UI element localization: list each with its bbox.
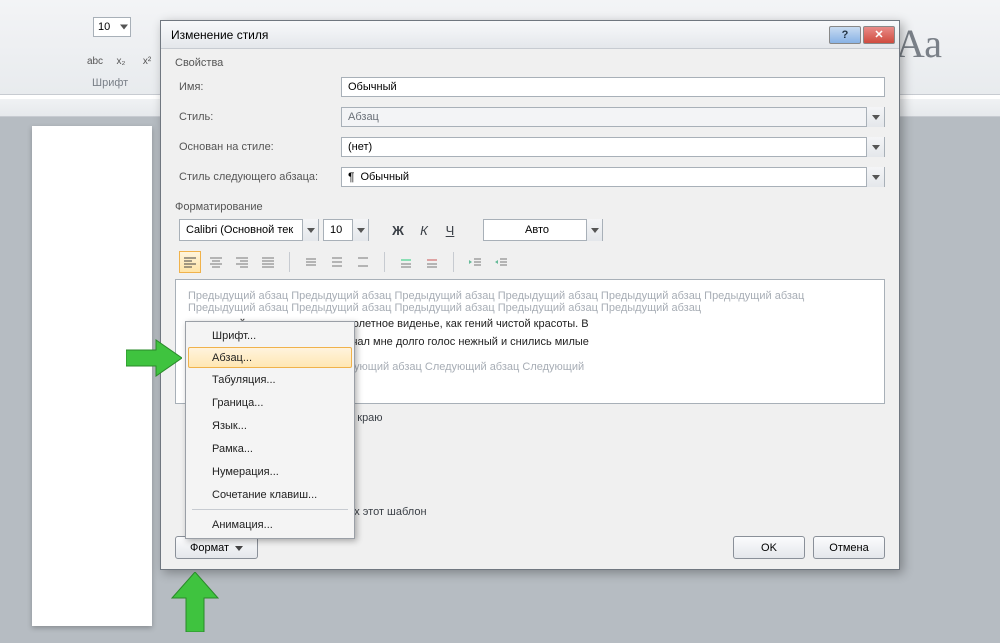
strikethrough-button[interactable]: abc	[85, 51, 105, 71]
name-value: Обычный	[348, 81, 397, 93]
name-label: Имя:	[175, 81, 335, 93]
chevron-down-icon[interactable]	[866, 137, 884, 157]
font-size-value: 10	[330, 224, 342, 236]
chevron-down-icon[interactable]	[302, 219, 318, 241]
format-button[interactable]: Формат	[175, 536, 258, 559]
tutorial-arrow-paragraph	[126, 338, 182, 378]
space-before-decrease-button[interactable]	[421, 251, 443, 273]
menu-item-label: Шрифт...	[212, 330, 256, 342]
underline-button[interactable]: Ч	[439, 219, 461, 241]
chevron-down-icon[interactable]	[586, 219, 602, 241]
align-right-button[interactable]	[231, 251, 253, 273]
based-on-combo[interactable]: (нет)	[341, 137, 885, 157]
menu-item-label: Нумерация...	[212, 466, 279, 478]
menu-item-language[interactable]: Язык...	[188, 414, 352, 437]
line-spacing-2-button[interactable]	[352, 251, 374, 273]
chevron-down-icon	[866, 107, 884, 127]
bold-button[interactable]: Ж	[387, 219, 409, 241]
menu-item-label: Рамка...	[212, 443, 253, 455]
menu-item-shortcut[interactable]: Сочетание клавиш...	[188, 483, 352, 506]
font-size-combo[interactable]: 10	[323, 219, 369, 241]
menu-item-label: Анимация...	[212, 519, 273, 531]
next-style-label: Стиль следующего абзаца:	[175, 171, 335, 183]
font-color-combo[interactable]: Авто	[483, 219, 603, 241]
next-style-combo[interactable]: ¶ Обычный	[341, 167, 885, 187]
style-type-value: Абзац	[348, 111, 379, 123]
dialog-titlebar[interactable]: Изменение стиля ? ✕	[161, 21, 899, 49]
superscript-button[interactable]: x²	[137, 51, 157, 71]
style-preview-aa: Аа	[896, 20, 942, 67]
close-button[interactable]: ✕	[863, 26, 895, 44]
menu-item-label: Язык...	[212, 420, 247, 432]
formatting-section-label: Форматирование	[175, 201, 885, 213]
chevron-down-icon[interactable]	[866, 167, 884, 187]
line-spacing-1-button[interactable]	[300, 251, 322, 273]
font-group-label: Шрифт	[92, 77, 128, 89]
line-spacing-15-button[interactable]	[326, 251, 348, 273]
pilcrow-icon: ¶	[348, 170, 354, 184]
font-name-combo[interactable]: Calibri (Основной тек	[179, 219, 319, 241]
menu-item-label: Граница...	[212, 397, 263, 409]
align-left-button[interactable]	[179, 251, 201, 273]
style-type-combo: Абзац	[341, 107, 885, 127]
indent-decrease-button[interactable]	[464, 251, 486, 273]
style-type-label: Стиль:	[175, 111, 335, 123]
menu-item-numbering[interactable]: Нумерация...	[188, 460, 352, 483]
menu-item-font[interactable]: Шрифт...	[188, 324, 352, 347]
subscript-button[interactable]: x₂	[111, 51, 131, 71]
format-popup-menu: Шрифт... Абзац... Табуляция... Граница..…	[185, 321, 355, 539]
based-on-label: Основан на стиле:	[175, 141, 335, 153]
menu-item-tabs[interactable]: Табуляция...	[188, 368, 352, 391]
tutorial-arrow-format	[170, 572, 220, 632]
chevron-down-icon[interactable]	[352, 219, 368, 241]
properties-section-label: Свойства	[175, 57, 885, 69]
menu-separator	[192, 509, 348, 510]
menu-item-frame[interactable]: Рамка...	[188, 437, 352, 460]
font-color-value: Авто	[525, 224, 549, 236]
cancel-button[interactable]: Отмена	[813, 536, 885, 559]
menu-item-border[interactable]: Граница...	[188, 391, 352, 414]
menu-item-animation[interactable]: Анимация...	[188, 513, 352, 536]
menu-item-label: Табуляция...	[212, 374, 276, 386]
align-justify-button[interactable]	[257, 251, 279, 273]
dialog-title: Изменение стиля	[171, 28, 829, 42]
next-style-value: Обычный	[360, 171, 409, 183]
menu-item-label: Сочетание клавиш...	[212, 489, 317, 501]
italic-button[interactable]: К	[413, 219, 435, 241]
menu-item-label: Абзац...	[212, 352, 252, 364]
help-button[interactable]: ?	[829, 26, 861, 44]
menu-item-paragraph[interactable]: Абзац...	[188, 347, 352, 368]
font-name-value: Calibri (Основной тек	[186, 224, 293, 236]
align-center-button[interactable]	[205, 251, 227, 273]
based-on-value: (нет)	[348, 141, 372, 153]
ribbon-font-size-combo[interactable]: 10	[93, 17, 131, 37]
name-input[interactable]: Обычный	[341, 77, 885, 97]
ok-button[interactable]: OK	[733, 536, 805, 559]
preview-previous-paragraph: Предыдущий абзац Предыдущий абзац Предыд…	[188, 290, 872, 314]
space-before-increase-button[interactable]	[395, 251, 417, 273]
indent-increase-button[interactable]	[490, 251, 512, 273]
